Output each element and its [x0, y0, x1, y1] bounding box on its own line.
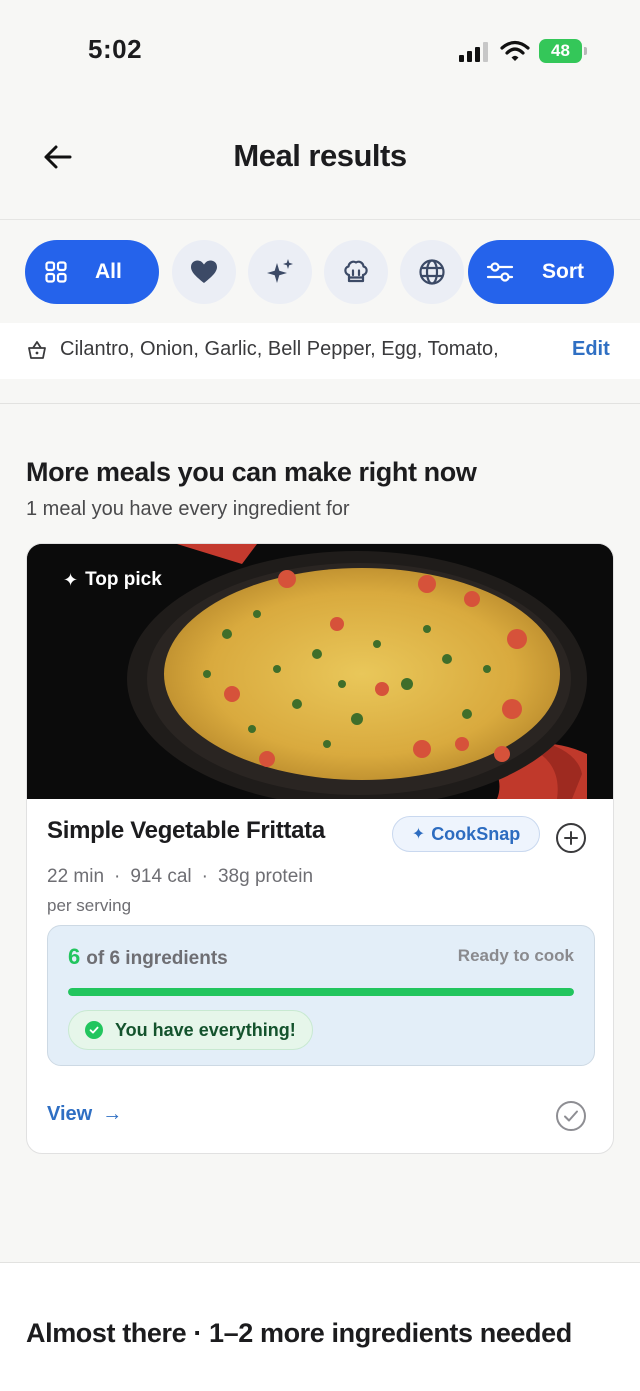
filter-cuisine-chip[interactable]: [324, 240, 388, 304]
globe-icon: [419, 259, 445, 285]
everything-badge: You have everything!: [68, 1010, 313, 1050]
cooksnap-label: CookSnap: [431, 823, 521, 844]
meal-calories: 914 cal: [130, 866, 192, 887]
page-title: Meal results: [233, 138, 407, 173]
cooksnap-button[interactable]: ✦ CookSnap: [392, 816, 540, 852]
sparkle-icon: [267, 259, 293, 283]
filter-ai-chip[interactable]: [248, 240, 312, 304]
sort-label: Sort: [542, 260, 584, 283]
divider: [0, 219, 640, 220]
filter-bar: All Sort: [0, 240, 640, 304]
meal-name[interactable]: Simple Vegetable Frittata: [47, 817, 325, 845]
status-time: 5:02: [88, 34, 143, 64]
meal-time: 22 min: [47, 866, 105, 887]
meal-protein: 38g protein: [217, 866, 314, 887]
meal-meta: 22 min · 914 cal · 38g protein: [47, 866, 314, 887]
section2-title: Almost there · 1–2 more ingredients need…: [26, 1318, 572, 1348]
sparkle-icon: ✦: [63, 569, 79, 590]
filter-favorites-chip[interactable]: [172, 240, 236, 304]
section-title: More meals you can make right now: [26, 457, 477, 487]
ingredients-bar: Cilantro, Onion, Garlic, Bell Pepper, Eg…: [0, 323, 640, 379]
mark-cooked-button[interactable]: [556, 1101, 586, 1131]
ingredient-count: 6 of 6 ingredients: [68, 944, 228, 970]
view-label: View: [47, 1103, 93, 1125]
everything-label: You have everything!: [115, 1019, 296, 1040]
sparkle-icon: ✦: [411, 826, 426, 843]
edit-ingredients-link[interactable]: Edit: [572, 338, 610, 361]
plus-icon: [564, 831, 578, 845]
ingredients-total: of 6 ingredients: [86, 948, 228, 969]
filter-all-label: All: [95, 260, 122, 283]
chef-hat-icon: [344, 260, 368, 283]
sort-button[interactable]: Sort: [468, 240, 614, 304]
wifi-icon: [500, 39, 530, 63]
filter-region-chip[interactable]: [400, 240, 464, 304]
meal-image: ✦ Top pick: [27, 544, 613, 799]
check-icon: [564, 1110, 578, 1122]
view-recipe-link[interactable]: View →: [47, 1103, 122, 1126]
battery-icon: 48: [539, 39, 587, 63]
ingredient-progress-bar: [68, 988, 574, 996]
cell-signal-icon: [459, 42, 491, 62]
ready-label: Ready to cook: [457, 946, 574, 965]
arrow-right-icon: →: [102, 1103, 123, 1125]
per-serving-label: per serving: [47, 896, 132, 915]
progress-fill: [68, 988, 574, 996]
status-bar: 5:02 48: [0, 0, 640, 100]
header: Meal results: [0, 100, 640, 220]
almost-there-section: Almost there · 1–2 more ingredients need…: [0, 1263, 640, 1391]
section-subtitle: 1 meal you have every ingredient for: [26, 498, 350, 520]
ingredients-have: 6: [68, 944, 81, 969]
check-circle-icon: [85, 1021, 103, 1039]
meal-card[interactable]: ✦ Top pick Simple Vegetable Frittata ✦ C…: [26, 543, 614, 1154]
filter-all-chip[interactable]: All: [25, 240, 159, 304]
divider: [0, 403, 640, 404]
top-pick-badge: ✦ Top pick: [63, 569, 162, 591]
basket-icon: [28, 341, 46, 359]
grid-icon: [45, 261, 67, 283]
ingredients-list: Cilantro, Onion, Garlic, Bell Pepper, Eg…: [60, 338, 499, 360]
sliders-icon: [486, 262, 514, 282]
heart-icon: [191, 260, 217, 283]
ingredient-status-box: 6 of 6 ingredients Ready to cook You have…: [47, 925, 595, 1066]
add-button[interactable]: [556, 823, 586, 853]
top-pick-label: Top pick: [85, 569, 162, 590]
